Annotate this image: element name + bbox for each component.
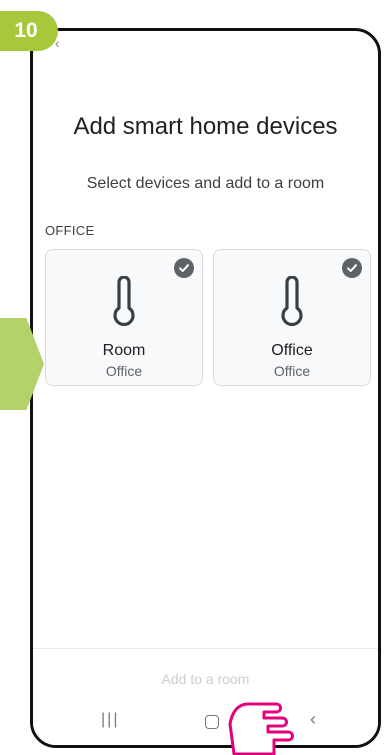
- system-nav-bar: ||| ‹: [33, 699, 378, 745]
- checkmark-icon[interactable]: [174, 258, 194, 278]
- page-title: Add smart home devices: [73, 113, 338, 140]
- page-subtitle: Select devices and add to a room: [86, 175, 325, 192]
- device-name: Room: [102, 342, 146, 359]
- device-card-room[interactable]: Room Office: [45, 249, 203, 386]
- thermometer-icon: [281, 276, 303, 327]
- room-section-label: OFFICE: [45, 223, 95, 238]
- device-room: Office: [273, 363, 311, 379]
- back-icon[interactable]: ‹: [310, 709, 316, 730]
- step-number-badge: 10: [0, 11, 58, 51]
- device-name: Office: [271, 342, 313, 359]
- device-room: Office: [105, 363, 143, 379]
- pointing-hand-icon: [228, 702, 294, 755]
- phone-screen: ‹ Add smart home devices Select devices …: [30, 28, 381, 748]
- recents-icon[interactable]: |||: [101, 711, 119, 729]
- thermometer-icon: [113, 276, 135, 327]
- add-to-room-button[interactable]: Add to a room: [33, 671, 378, 687]
- home-icon[interactable]: [205, 715, 219, 729]
- checkmark-icon[interactable]: [342, 258, 362, 278]
- device-card-office[interactable]: Office Office: [213, 249, 371, 386]
